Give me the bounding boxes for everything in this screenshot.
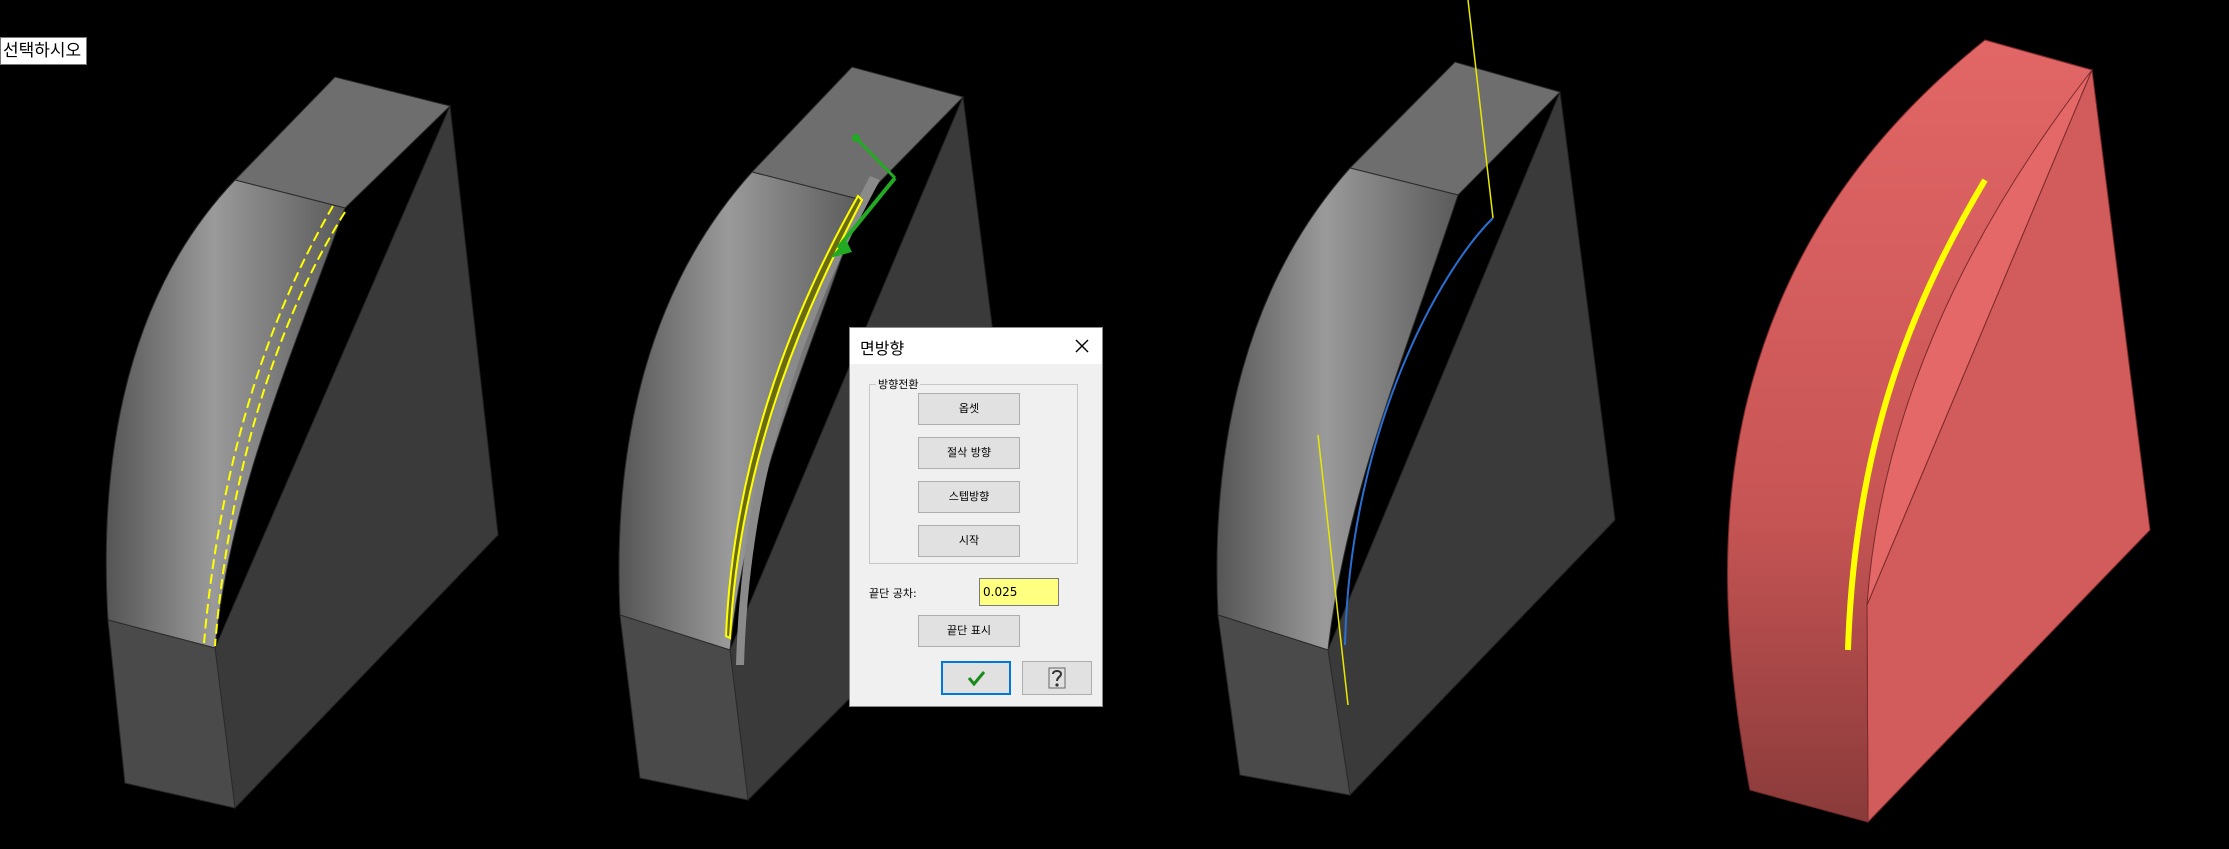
close-button[interactable] — [1068, 332, 1096, 360]
cad-viewport[interactable] — [0, 0, 2229, 849]
offset-button[interactable]: 옵셋 — [918, 393, 1020, 425]
help-button[interactable] — [1022, 661, 1092, 695]
end-tolerance-input[interactable] — [979, 578, 1059, 606]
cutting-direction-button[interactable]: 절삭 방향 — [918, 437, 1020, 469]
part-2-arrow-tip-icon — [852, 134, 860, 142]
show-end-button[interactable]: 끝단 표시 — [918, 615, 1020, 647]
part-1[interactable] — [105, 76, 499, 810]
direction-change-group-label: 방향전환 — [876, 376, 921, 392]
part-3[interactable] — [1216, 0, 1616, 797]
checkmark-icon — [967, 671, 986, 687]
close-icon — [1075, 339, 1089, 353]
part-3-lower-face[interactable] — [1217, 614, 1351, 796]
start-button[interactable]: 시작 — [918, 525, 1020, 557]
step-direction-button[interactable]: 스텝방향 — [918, 481, 1020, 513]
face-direction-dialog: 면방향 방향전환 옵셋 절삭 방향 스텝방향 시작 끝단 공차: 끝단 표시 — [849, 327, 1103, 707]
question-mark-icon — [1048, 667, 1066, 689]
command-prompt: 선택하시오 — [0, 37, 88, 65]
ok-button[interactable] — [941, 661, 1011, 695]
dialog-titlebar[interactable]: 면방향 — [850, 328, 1102, 364]
dialog-title: 면방향 — [860, 339, 905, 358]
end-tolerance-label: 끝단 공차: — [869, 587, 917, 600]
part-4[interactable] — [1727, 39, 2151, 824]
